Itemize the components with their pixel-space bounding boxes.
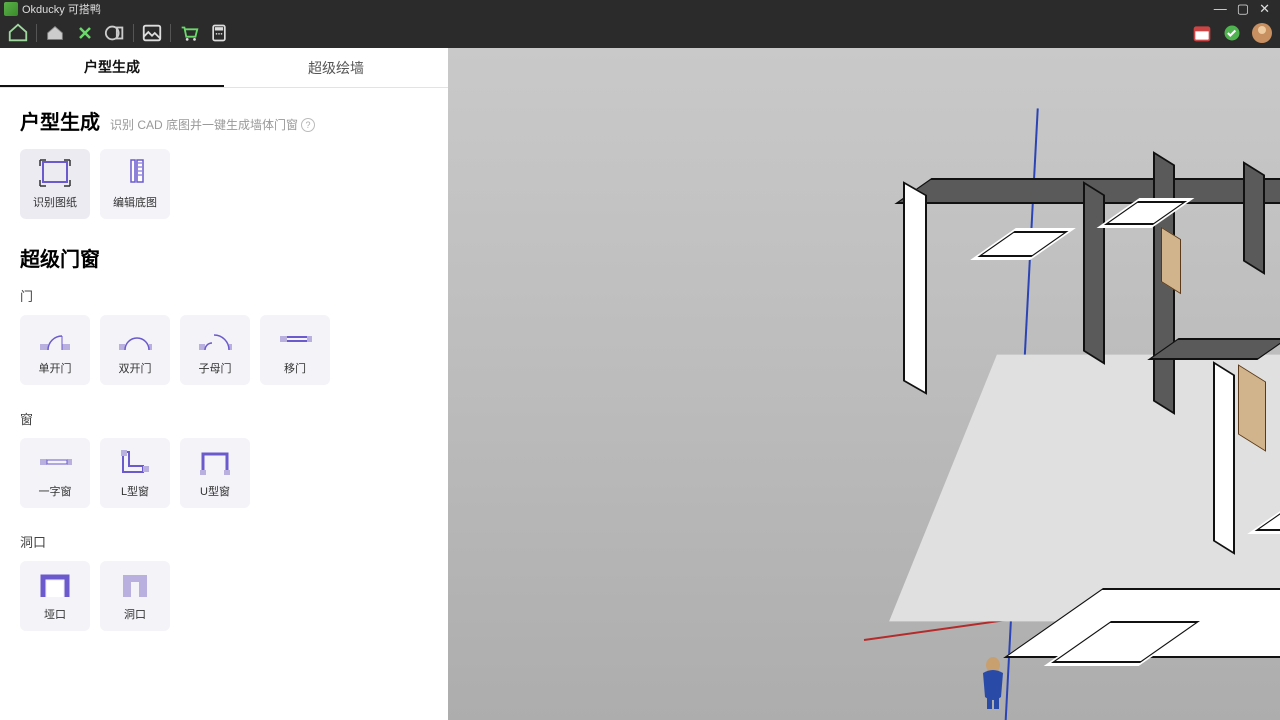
user-avatar-icon[interactable] <box>1250 21 1274 45</box>
tool-calc-icon[interactable] <box>207 21 231 45</box>
tile-door-double[interactable]: 双开门 <box>100 315 170 385</box>
door-slide-icon <box>278 324 312 354</box>
door-childmother-icon <box>198 324 232 354</box>
viewport-3d[interactable] <box>448 48 1280 720</box>
tab-plan-generate[interactable]: 户型生成 <box>0 48 224 87</box>
tile-window-lshape[interactable]: L型窗 <box>100 438 170 508</box>
floorplan-model <box>903 118 1280 698</box>
help-icon[interactable]: ? <box>301 118 315 132</box>
tile-opening-dongkou[interactable]: 洞口 <box>100 561 170 631</box>
status-verified-icon[interactable] <box>1220 21 1244 45</box>
titlebar: Okducky 可搭鸭 — ▢ ✕ <box>0 0 1280 18</box>
door-single-icon <box>38 324 72 354</box>
toolbar <box>0 18 1280 48</box>
tab-super-wall[interactable]: 超级绘墙 <box>224 48 448 87</box>
edit-base-icon <box>118 158 152 188</box>
window-minimize-icon[interactable]: — <box>1214 1 1227 17</box>
door-double-icon <box>118 324 152 354</box>
tool-cart-icon[interactable] <box>177 21 201 45</box>
tile-opening-yakou[interactable]: 垭口 <box>20 561 90 631</box>
window-close-icon[interactable]: ✕ <box>1259 1 1270 17</box>
group-window-label: 窗 <box>20 409 428 428</box>
tool-image-icon[interactable] <box>140 21 164 45</box>
tile-door-single[interactable]: 单开门 <box>20 315 90 385</box>
window-maximize-icon[interactable]: ▢ <box>1237 1 1249 17</box>
app-logo-icon <box>4 2 18 16</box>
scale-figure-icon <box>973 655 1013 710</box>
tool-cross-icon[interactable] <box>73 21 97 45</box>
tile-recognize-drawing[interactable]: 识别图纸 <box>20 149 90 219</box>
group-door-label: 门 <box>20 286 428 305</box>
tile-window-straight[interactable]: 一字窗 <box>20 438 90 508</box>
tile-edit-base[interactable]: 编辑底图 <box>100 149 170 219</box>
status-calendar-icon[interactable] <box>1190 21 1214 45</box>
recognize-icon <box>38 158 72 188</box>
tool-house-icon[interactable] <box>43 21 67 45</box>
window-lshape-icon <box>118 447 152 477</box>
group-opening-label: 洞口 <box>20 532 428 551</box>
window-straight-icon <box>38 447 72 477</box>
tool-home-icon[interactable] <box>6 21 30 45</box>
window-ushape-icon <box>198 447 232 477</box>
tile-door-slide[interactable]: 移门 <box>260 315 330 385</box>
side-panel: 户型生成 超级绘墙 户型生成 识别 CAD 底图并一键生成墙体门窗 ? 识别图纸… <box>0 48 448 720</box>
tool-scene-icon[interactable] <box>103 21 127 45</box>
yakou-icon <box>38 570 72 600</box>
section-doorwin-title: 超级门窗 <box>20 243 100 272</box>
tile-door-childmother[interactable]: 子母门 <box>180 315 250 385</box>
dongkou-icon <box>118 570 152 600</box>
section-plan-title: 户型生成 <box>20 106 100 135</box>
section-plan-desc: 识别 CAD 底图并一键生成墙体门窗 ? <box>110 116 315 133</box>
app-title: Okducky 可搭鸭 <box>22 1 101 17</box>
tile-window-ushape[interactable]: U型窗 <box>180 438 250 508</box>
